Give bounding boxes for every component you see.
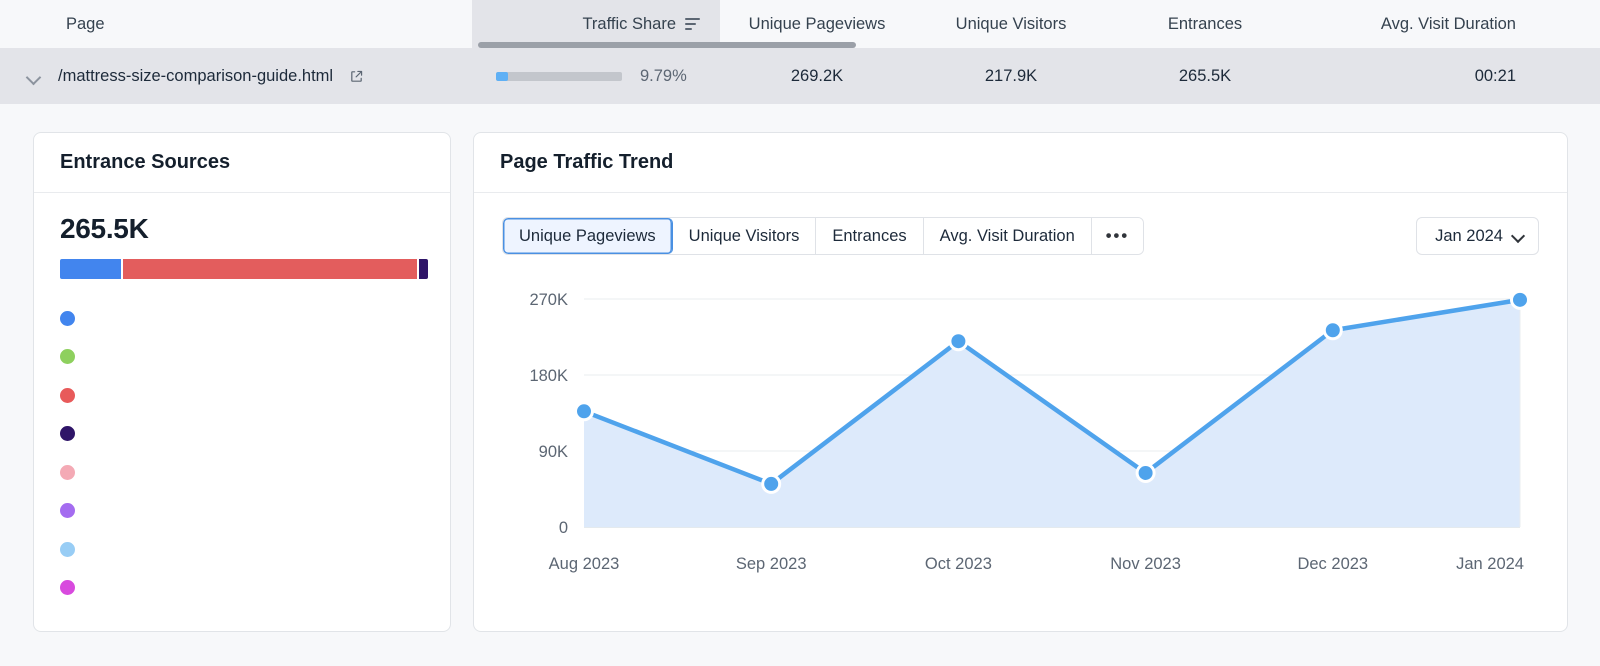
horizontal-scrollbar-thumb[interactable] (478, 42, 856, 48)
legend-item[interactable] (60, 453, 424, 492)
legend-color-dot (60, 580, 75, 595)
external-link-icon[interactable] (349, 69, 364, 84)
more-metrics-button[interactable]: ••• (1092, 218, 1143, 254)
cell-page: /mattress-size-comparison-guide.html (0, 48, 472, 104)
cell-unique-pageviews: 269.2K (720, 48, 914, 104)
cell-entrances: 265.5K (1108, 48, 1302, 104)
content-area: Entrance Sources 265.5K Page Traffic Tre… (0, 104, 1600, 632)
chart-data-point[interactable] (577, 404, 591, 418)
traffic-share-value: 9.79% (640, 67, 687, 86)
x-axis-tick-label: Aug 2023 (549, 555, 620, 573)
legend-item[interactable] (60, 569, 424, 608)
column-header-entrances[interactable]: Entrances (1108, 0, 1302, 48)
legend-color-dot (60, 311, 75, 326)
entrance-sources-total: 265.5K (60, 213, 424, 245)
table-header: Page Traffic Share Unique Pageviews Uniq… (0, 0, 1600, 48)
column-header-unique-pageviews-label: Unique Pageviews (749, 15, 886, 34)
legend-color-dot (60, 542, 75, 557)
chart-data-point[interactable] (951, 334, 965, 348)
column-header-unique-visitors[interactable]: Unique Visitors (914, 0, 1108, 48)
column-header-page[interactable]: Page (0, 0, 472, 48)
cell-avg-visit-duration: 00:21 (1302, 48, 1552, 104)
trend-controls: Unique PageviewsUnique VisitorsEntrances… (502, 217, 1539, 255)
y-axis-tick-label: 90K (539, 443, 568, 461)
legend-color-dot (60, 388, 75, 403)
legend-color-dot (60, 503, 75, 518)
legend-color-dot (60, 426, 75, 441)
page-traffic-trend-card: Page Traffic Trend Unique PageviewsUniqu… (473, 132, 1568, 632)
column-header-unique-visitors-label: Unique Visitors (956, 15, 1067, 34)
legend-item[interactable] (60, 415, 424, 454)
column-header-avg-visit-duration-label: Avg. Visit Duration (1381, 15, 1516, 34)
tab-unique-pageviews[interactable]: Unique Pageviews (503, 218, 673, 254)
legend-item[interactable] (60, 338, 424, 377)
entrance-sources-title: Entrance Sources (34, 133, 450, 193)
chevron-down-icon[interactable] (24, 66, 44, 86)
page-traffic-trend-body: Unique PageviewsUnique VisitorsEntrances… (474, 193, 1567, 631)
y-axis-tick-label: 0 (559, 519, 568, 537)
trend-chart: 0 90K 180K 270K Aug 2023 Sep 2023 Oct 2023 Nov … (502, 277, 1539, 607)
chart-data-point[interactable] (1326, 323, 1340, 337)
chart-area-fill (584, 300, 1520, 527)
entrance-sources-card: Entrance Sources 265.5K (33, 132, 451, 632)
stacked-bar-segment (123, 259, 417, 279)
table-row[interactable]: /mattress-size-comparison-guide.html 9.7… (0, 48, 1600, 104)
chart-data-point[interactable] (764, 477, 778, 491)
date-range-select[interactable]: Jan 2024 (1416, 217, 1539, 255)
page-url-label[interactable]: /mattress-size-comparison-guide.html (58, 67, 333, 86)
column-header-page-label: Page (66, 15, 105, 34)
tab-unique-visitors[interactable]: Unique Visitors (673, 218, 817, 254)
entrance-sources-legend (60, 299, 424, 607)
sort-descending-icon[interactable] (685, 18, 700, 30)
x-axis-tick-label: Nov 2023 (1110, 555, 1181, 573)
horizontal-scrollbar[interactable] (0, 42, 1600, 48)
legend-item[interactable] (60, 530, 424, 569)
legend-color-dot (60, 349, 75, 364)
chart-data-point[interactable] (1139, 466, 1153, 480)
entrance-sources-body: 265.5K (34, 193, 450, 607)
column-header-traffic-share[interactable]: Traffic Share (472, 0, 720, 48)
chart-data-point[interactable] (1513, 293, 1527, 307)
x-axis-tick-label: Dec 2023 (1297, 555, 1368, 573)
chevron-down-icon (1513, 231, 1524, 242)
date-range-label: Jan 2024 (1435, 227, 1503, 246)
page-traffic-trend-title: Page Traffic Trend (474, 133, 1567, 193)
x-axis-tick-label: Jan 2024 (1456, 555, 1524, 573)
column-header-traffic-share-label: Traffic Share (582, 15, 676, 34)
x-axis-tick-label: Sep 2023 (736, 555, 807, 573)
traffic-share-bar (496, 72, 622, 81)
stacked-bar-segment (60, 259, 121, 279)
cell-traffic-share: 9.79% (472, 48, 720, 104)
column-header-unique-pageviews[interactable]: Unique Pageviews (720, 0, 914, 48)
stacked-bar-segment (419, 259, 428, 279)
tab-entrances[interactable]: Entrances (816, 218, 923, 254)
entrance-sources-stacked-bar (60, 259, 428, 279)
cell-unique-visitors: 217.9K (914, 48, 1108, 104)
legend-color-dot (60, 465, 75, 480)
column-header-entrances-label: Entrances (1168, 15, 1242, 34)
metric-tab-group: Unique PageviewsUnique VisitorsEntrances… (502, 217, 1144, 255)
trend-chart-svg: 0 90K 180K 270K Aug 2023 Sep 2023 Oct 2023 Nov … (502, 277, 1537, 607)
legend-item[interactable] (60, 299, 424, 338)
legend-item[interactable] (60, 376, 424, 415)
x-axis-tick-label: Oct 2023 (925, 555, 992, 573)
tab-avg-visit-duration[interactable]: Avg. Visit Duration (924, 218, 1092, 254)
legend-item[interactable] (60, 492, 424, 531)
y-axis-tick-label: 180K (529, 367, 568, 385)
column-header-avg-visit-duration[interactable]: Avg. Visit Duration (1302, 0, 1552, 48)
y-axis-tick-label: 270K (529, 291, 568, 309)
